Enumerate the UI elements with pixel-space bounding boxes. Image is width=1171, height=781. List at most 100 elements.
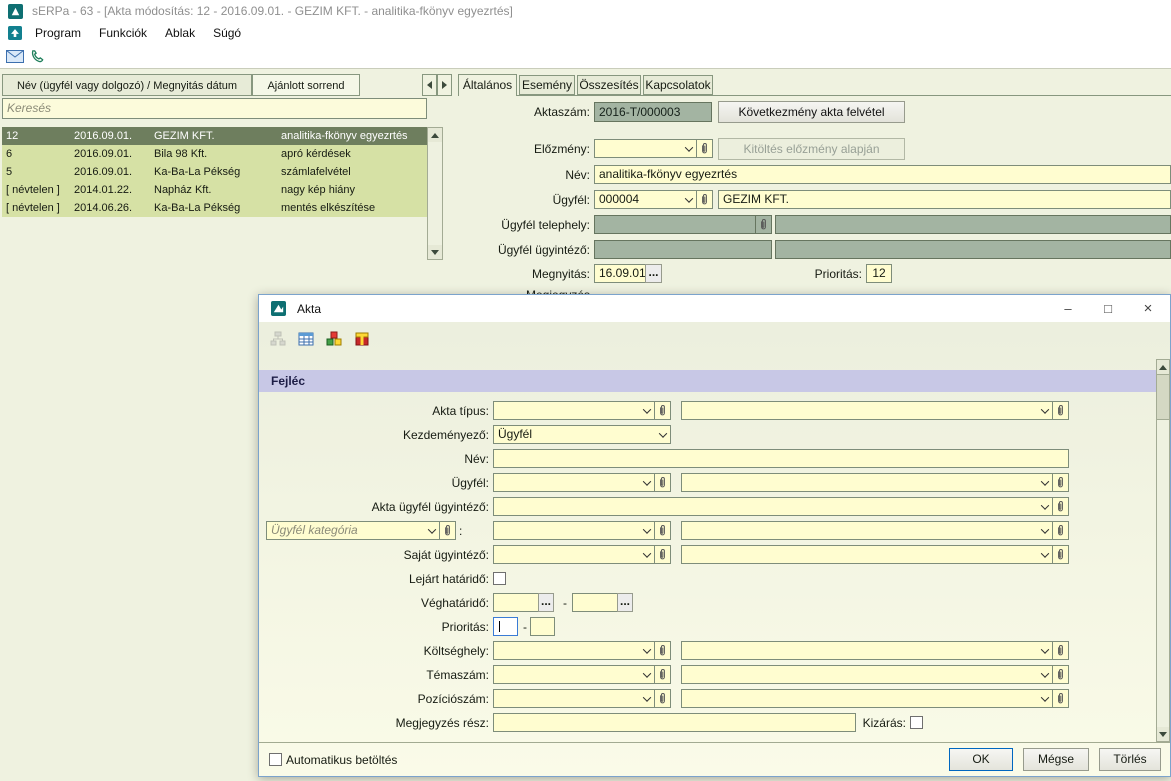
chevron-down-icon[interactable]	[655, 426, 670, 443]
chevron-down-icon[interactable]	[1037, 498, 1052, 515]
chevron-down-icon[interactable]	[639, 546, 654, 563]
list-item[interactable]: 12 2016.09.01. GEZIM KFT. analitika-fkön…	[2, 127, 427, 145]
chevron-down-icon[interactable]	[1037, 642, 1052, 659]
paperclip-icon[interactable]	[1052, 642, 1068, 659]
scrollbar-thumb[interactable]	[1157, 374, 1169, 420]
chevron-down-icon[interactable]	[1037, 474, 1052, 491]
ugyfel-name-combo[interactable]	[681, 473, 1069, 492]
tab-kapcsolatok[interactable]: Kapcsolatok	[643, 75, 713, 95]
close-button[interactable]: ×	[1128, 295, 1168, 322]
chevron-down-icon[interactable]	[639, 474, 654, 491]
chevron-down-icon[interactable]	[1037, 402, 1052, 419]
paperclip-icon[interactable]	[654, 402, 670, 419]
mail-icon[interactable]	[4, 46, 26, 66]
scroll-down-button[interactable]	[1157, 727, 1169, 741]
chevron-down-icon[interactable]	[639, 522, 654, 539]
chevron-down-icon[interactable]	[424, 522, 439, 539]
list-item[interactable]: 5 2016.09.01. Ka-Ba-La Pékség számlafelv…	[2, 163, 427, 181]
megnyitas-field[interactable]: 16.09.01.	[594, 264, 646, 283]
menu-item-funkciok[interactable]: Funkciók	[90, 22, 156, 44]
paperclip-icon[interactable]	[696, 140, 712, 157]
temaszam-code-combo[interactable]	[493, 665, 671, 684]
scroll-up-button[interactable]	[1157, 360, 1169, 374]
menu-item-program[interactable]: Program	[26, 22, 90, 44]
chevron-down-icon[interactable]	[639, 690, 654, 707]
veghatarido-to-field[interactable]	[572, 593, 618, 612]
chevron-down-icon[interactable]	[681, 140, 696, 157]
maximize-button[interactable]: □	[1088, 295, 1128, 322]
lejart-hatarido-checkbox[interactable]	[493, 572, 506, 585]
paperclip-icon[interactable]	[654, 690, 670, 707]
paperclip-icon[interactable]	[654, 522, 670, 539]
paperclip-icon[interactable]	[1052, 666, 1068, 683]
nev-field[interactable]: analitika-fkönyv egyezrtés	[594, 165, 1171, 184]
paperclip-icon[interactable]	[654, 666, 670, 683]
cubes-icon[interactable]	[323, 329, 345, 349]
chevron-down-icon[interactable]	[681, 191, 696, 208]
chevron-down-icon[interactable]	[639, 642, 654, 659]
tab-altalanos[interactable]: Általános	[458, 74, 517, 96]
akta-tipus-name-combo[interactable]	[681, 401, 1069, 420]
paperclip-icon[interactable]	[1052, 498, 1068, 515]
scroll-down-button[interactable]	[428, 245, 442, 259]
prioritas-from-field[interactable]	[493, 617, 518, 636]
megjegyzes-resz-field[interactable]	[493, 713, 856, 732]
sajat-ugyintezo-code-combo[interactable]	[493, 545, 671, 564]
elozmeny-combo[interactable]	[594, 139, 713, 158]
torles-button[interactable]: Törlés	[1099, 748, 1161, 771]
kovetkezmeny-akta-button[interactable]: Következmény akta felvétel	[718, 101, 905, 123]
next-sort-button[interactable]	[437, 74, 452, 96]
kategoria-name-combo[interactable]	[681, 521, 1069, 540]
koltseghely-name-combo[interactable]	[681, 641, 1069, 660]
veghatarido-to-ellipsis-button[interactable]: ...	[617, 593, 633, 612]
scroll-up-button[interactable]	[428, 128, 442, 142]
kezdemenyezo-value[interactable]: Ügyfél	[494, 426, 655, 443]
menu-item-sugo[interactable]: Súgó	[204, 22, 250, 44]
chevron-down-icon[interactable]	[1037, 666, 1052, 683]
list-item[interactable]: [ névtelen ] 2014.01.22. Napház Kft. nag…	[2, 181, 427, 199]
list-item[interactable]: 6 2016.09.01. Bila 98 Kft. apró kérdések	[2, 145, 427, 163]
chevron-down-icon[interactable]	[1037, 690, 1052, 707]
paperclip-icon[interactable]	[1052, 474, 1068, 491]
prioritas-to-field[interactable]	[530, 617, 555, 636]
chevron-down-icon[interactable]	[639, 666, 654, 683]
table-icon[interactable]	[295, 329, 317, 349]
ugyfel-code-combo[interactable]: 000004	[594, 190, 713, 209]
sort-tab-ajanlott[interactable]: Ajánlott sorrend	[252, 74, 360, 96]
sort-tab-name-date[interactable]: Név (ügyfél vagy dolgozó) / Megnyitás dá…	[2, 74, 252, 96]
megse-button[interactable]: Mégse	[1023, 748, 1089, 771]
kizaras-checkbox[interactable]	[910, 716, 923, 729]
temaszam-name-combo[interactable]	[681, 665, 1069, 684]
package-icon[interactable]	[351, 329, 373, 349]
ugyfel-code-combo[interactable]	[493, 473, 671, 492]
minimize-button[interactable]: –	[1048, 295, 1088, 322]
pozicioszam-code-combo[interactable]	[493, 689, 671, 708]
akta-ugyfel-ugyintezo-combo[interactable]	[493, 497, 1069, 516]
kategoria-code-combo[interactable]	[493, 521, 671, 540]
tab-osszesites[interactable]: Összesítés	[577, 75, 641, 95]
paperclip-icon[interactable]	[1052, 690, 1068, 707]
paperclip-icon[interactable]	[654, 546, 670, 563]
prev-sort-button[interactable]	[422, 74, 437, 96]
paperclip-icon[interactable]	[1052, 402, 1068, 419]
nev-input[interactable]	[493, 449, 1069, 468]
paperclip-icon[interactable]	[755, 216, 771, 233]
list-item[interactable]: [ névtelen ] 2014.06.26. Ka-Ba-La Pékség…	[2, 199, 427, 217]
list-scrollbar[interactable]	[427, 127, 443, 260]
search-input[interactable]: Keresés	[2, 98, 427, 119]
megnyitas-ellipsis-button[interactable]: ...	[645, 264, 662, 283]
paperclip-icon[interactable]	[439, 522, 455, 539]
chevron-down-icon[interactable]	[1037, 546, 1052, 563]
akta-tipus-code-combo[interactable]	[493, 401, 671, 420]
chevron-down-icon[interactable]	[639, 402, 654, 419]
ok-button[interactable]: OK	[949, 748, 1013, 771]
paperclip-icon[interactable]	[696, 191, 712, 208]
ugyfel-kategoria-placeholder[interactable]: Ügyfél kategória	[267, 522, 424, 539]
prioritas-field[interactable]: 12	[866, 264, 892, 283]
phone-icon[interactable]	[26, 46, 48, 66]
auto-betoltes-checkbox[interactable]	[269, 753, 282, 766]
ugyfel-name-field[interactable]: GEZIM KFT.	[718, 190, 1171, 209]
paperclip-icon[interactable]	[1052, 522, 1068, 539]
ugyfel-kategoria-combo[interactable]: Ügyfél kategória	[266, 521, 456, 540]
kezdemenyezo-combo[interactable]: Ügyfél	[493, 425, 671, 444]
